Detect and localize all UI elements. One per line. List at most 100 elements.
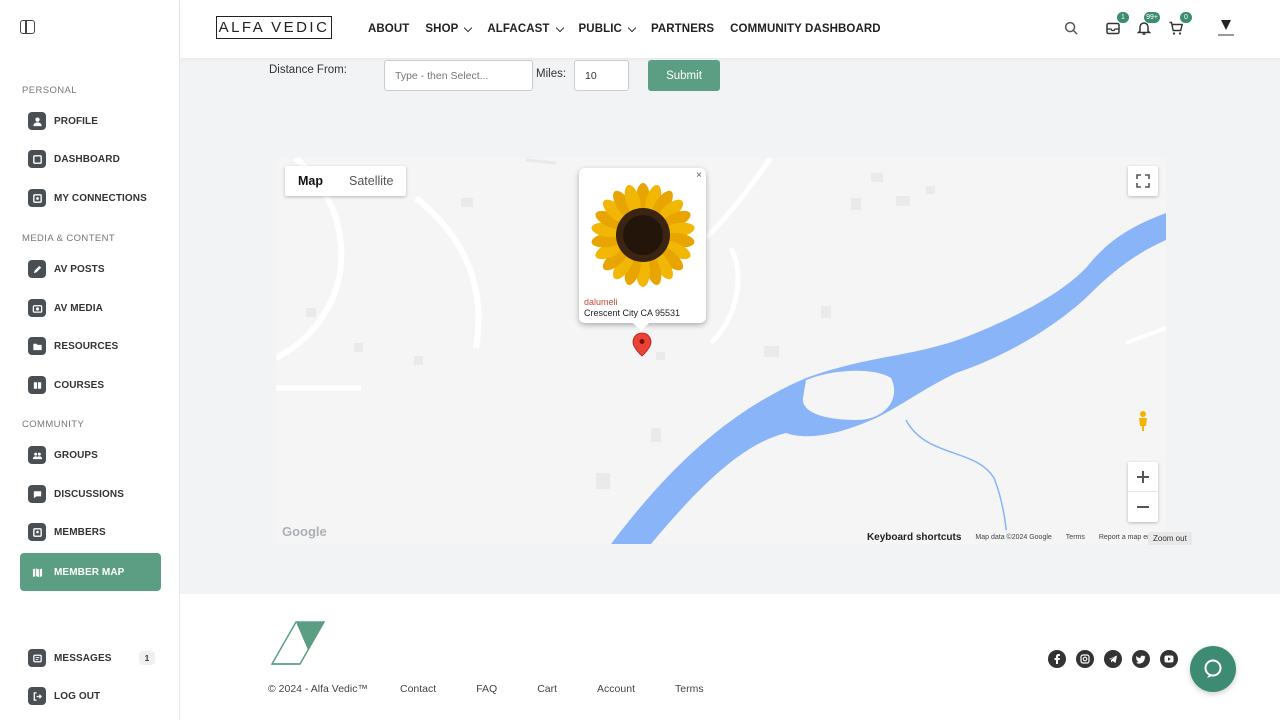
map-type-map-button[interactable]: Map [285, 166, 336, 196]
sidebar-item-my-connections[interactable]: MY CONNECTIONS [20, 180, 161, 216]
chat-icon [28, 485, 46, 503]
sidebar-item-label: AV MEDIA [54, 302, 103, 314]
nav-label: ALFACAST [487, 23, 550, 35]
nav-community-dashboard[interactable]: COMMUNITY DASHBOARD [730, 23, 881, 35]
book-icon [28, 376, 46, 394]
sidebar-item-label: MEMBERS [54, 526, 106, 538]
fullscreen-icon[interactable] [1128, 166, 1158, 196]
sidebar-section-media: MEDIA & CONTENT [22, 233, 116, 244]
message-icon [28, 649, 46, 667]
sidebar-item-label: PROFILE [54, 115, 99, 127]
sidebar-item-av-media[interactable]: AV MEDIA [20, 290, 161, 326]
sidebar-toggle-icon[interactable] [20, 20, 35, 34]
footer-links: Contact FAQ Cart Account Terms [400, 683, 704, 695]
footer-link-account[interactable]: Account [597, 683, 635, 695]
miles-label: Miles: [536, 68, 567, 80]
map-attribution: Keyboard shortcuts Map data ©2024 Google… [858, 530, 1166, 544]
sidebar-item-dashboard[interactable]: DASHBOARD [20, 141, 161, 177]
chat-bubble-icon [1204, 659, 1222, 678]
distance-from-input[interactable] [384, 60, 533, 91]
footer-logo[interactable] [270, 620, 328, 671]
sidebar-item-groups[interactable]: GROUPS [20, 437, 161, 473]
chat-support-button[interactable] [1190, 646, 1236, 692]
pencil-icon [28, 260, 46, 278]
member-map[interactable]: Map Satellite × dalumeli Crescent City C… [276, 158, 1166, 544]
map-type-satellite-button[interactable]: Satellite [336, 166, 406, 196]
sidebar-item-members[interactable]: MEMBERS [20, 514, 161, 550]
zoom-in-icon[interactable] [1128, 462, 1158, 492]
chevron-down-icon [555, 23, 564, 32]
nav-shop[interactable]: SHOP [425, 23, 473, 35]
sidebar-item-label: GROUPS [54, 449, 98, 461]
map-terms-link[interactable]: Terms [1066, 534, 1085, 541]
facebook-icon[interactable] [1048, 650, 1066, 668]
search-icon[interactable] [1061, 18, 1081, 38]
bell-icon[interactable]: 99+ [1134, 12, 1160, 38]
members-icon [28, 523, 46, 541]
sidebar-item-courses[interactable]: COURSES [20, 367, 161, 403]
cart-badge: 0 [1180, 12, 1192, 23]
sidebar-item-label: COURSES [54, 379, 105, 391]
sidebar-item-member-map[interactable]: MEMBER MAP [20, 553, 161, 591]
zoom-control [1128, 462, 1158, 522]
sidebar-item-label: MEMBER MAP [54, 566, 125, 578]
sidebar-item-profile[interactable]: PROFILE [20, 103, 161, 139]
user-icon [28, 112, 46, 130]
nav-label: PUBLIC [578, 23, 622, 35]
footer-link-terms[interactable]: Terms [675, 683, 704, 695]
member-location: Crescent City CA 95531 [584, 308, 681, 318]
telegram-icon[interactable] [1104, 650, 1122, 668]
folder-icon [28, 337, 46, 355]
instagram-icon[interactable] [1076, 650, 1094, 668]
sidebar-item-av-posts[interactable]: AV POSTS [20, 251, 161, 287]
sidebar-item-discussions[interactable]: DISCUSSIONS [20, 476, 161, 512]
pegman-icon[interactable] [1128, 406, 1158, 436]
connections-icon [28, 189, 46, 207]
cart-icon[interactable]: 0 [1166, 12, 1192, 38]
zoom-out-icon[interactable] [1128, 492, 1158, 522]
nav-alfacast[interactable]: ALFACAST [487, 23, 564, 35]
page-footer: © 2024 - Alfa Vedic™ Contact FAQ Cart Ac… [180, 594, 1280, 720]
map-canvas [276, 158, 1166, 544]
sidebar-item-label: DASHBOARD [54, 153, 120, 165]
sidebar-item-label: AV POSTS [54, 263, 105, 275]
nav-label: ABOUT [368, 23, 410, 35]
sidebar-item-log-out[interactable]: LOG OUT [20, 678, 161, 714]
nav-public[interactable]: PUBLIC [578, 23, 637, 35]
inbox-icon[interactable]: 1 [1103, 12, 1129, 38]
twitter-icon[interactable] [1132, 650, 1150, 668]
member-name[interactable]: dalumeli [584, 297, 618, 307]
nav-about[interactable]: ABOUT [368, 23, 409, 35]
groups-icon [28, 446, 46, 464]
keyboard-shortcuts-link[interactable]: Keyboard shortcuts [867, 532, 961, 543]
youtube-icon[interactable] [1160, 650, 1178, 668]
sidebar-item-label: MY CONNECTIONS [54, 192, 147, 204]
zoom-out-tooltip: Zoom out [1148, 532, 1192, 545]
map-type-control: Map Satellite [285, 166, 407, 196]
top-header: ALFA VEDIC ABOUT SHOP ALFACAST PUBLIC PA… [180, 0, 1280, 58]
notifications-badge: 99+ [1144, 12, 1160, 23]
chevron-down-icon [464, 23, 473, 32]
footer-link-cart[interactable]: Cart [537, 683, 557, 695]
sidebar-section-personal: PERSONAL [22, 85, 77, 96]
submit-button[interactable]: Submit [648, 60, 720, 91]
footer-link-contact[interactable]: Contact [400, 683, 436, 695]
messages-count-badge: 1 [139, 651, 155, 665]
site-logo[interactable]: ALFA VEDIC [216, 16, 332, 39]
sidebar-item-messages[interactable]: MESSAGES 1 [20, 640, 161, 676]
sidebar-section-community: COMMUNITY [22, 419, 85, 430]
sidebar-item-label: RESOURCES [54, 340, 119, 352]
avatar[interactable] [1213, 18, 1239, 38]
main-nav: ABOUT SHOP ALFACAST PUBLIC PARTNERS COMM… [368, 0, 881, 58]
copyright-text: © 2024 - Alfa Vedic™ [268, 683, 368, 695]
sidebar-item-resources[interactable]: RESOURCES [20, 328, 161, 364]
footer-link-faq[interactable]: FAQ [476, 683, 497, 695]
sidebar: PERSONAL PROFILE DASHBOARD MY CONNECTION… [0, 0, 180, 720]
nav-partners[interactable]: PARTNERS [651, 23, 714, 35]
map-icon [28, 563, 46, 581]
miles-input[interactable] [574, 60, 629, 91]
nav-label: PARTNERS [650, 23, 715, 35]
map-info-window: × dalumeli Crescent City CA 95531 [579, 168, 706, 331]
sidebar-item-label: MESSAGES [54, 652, 112, 664]
sidebar-item-label: LOG OUT [54, 690, 101, 702]
